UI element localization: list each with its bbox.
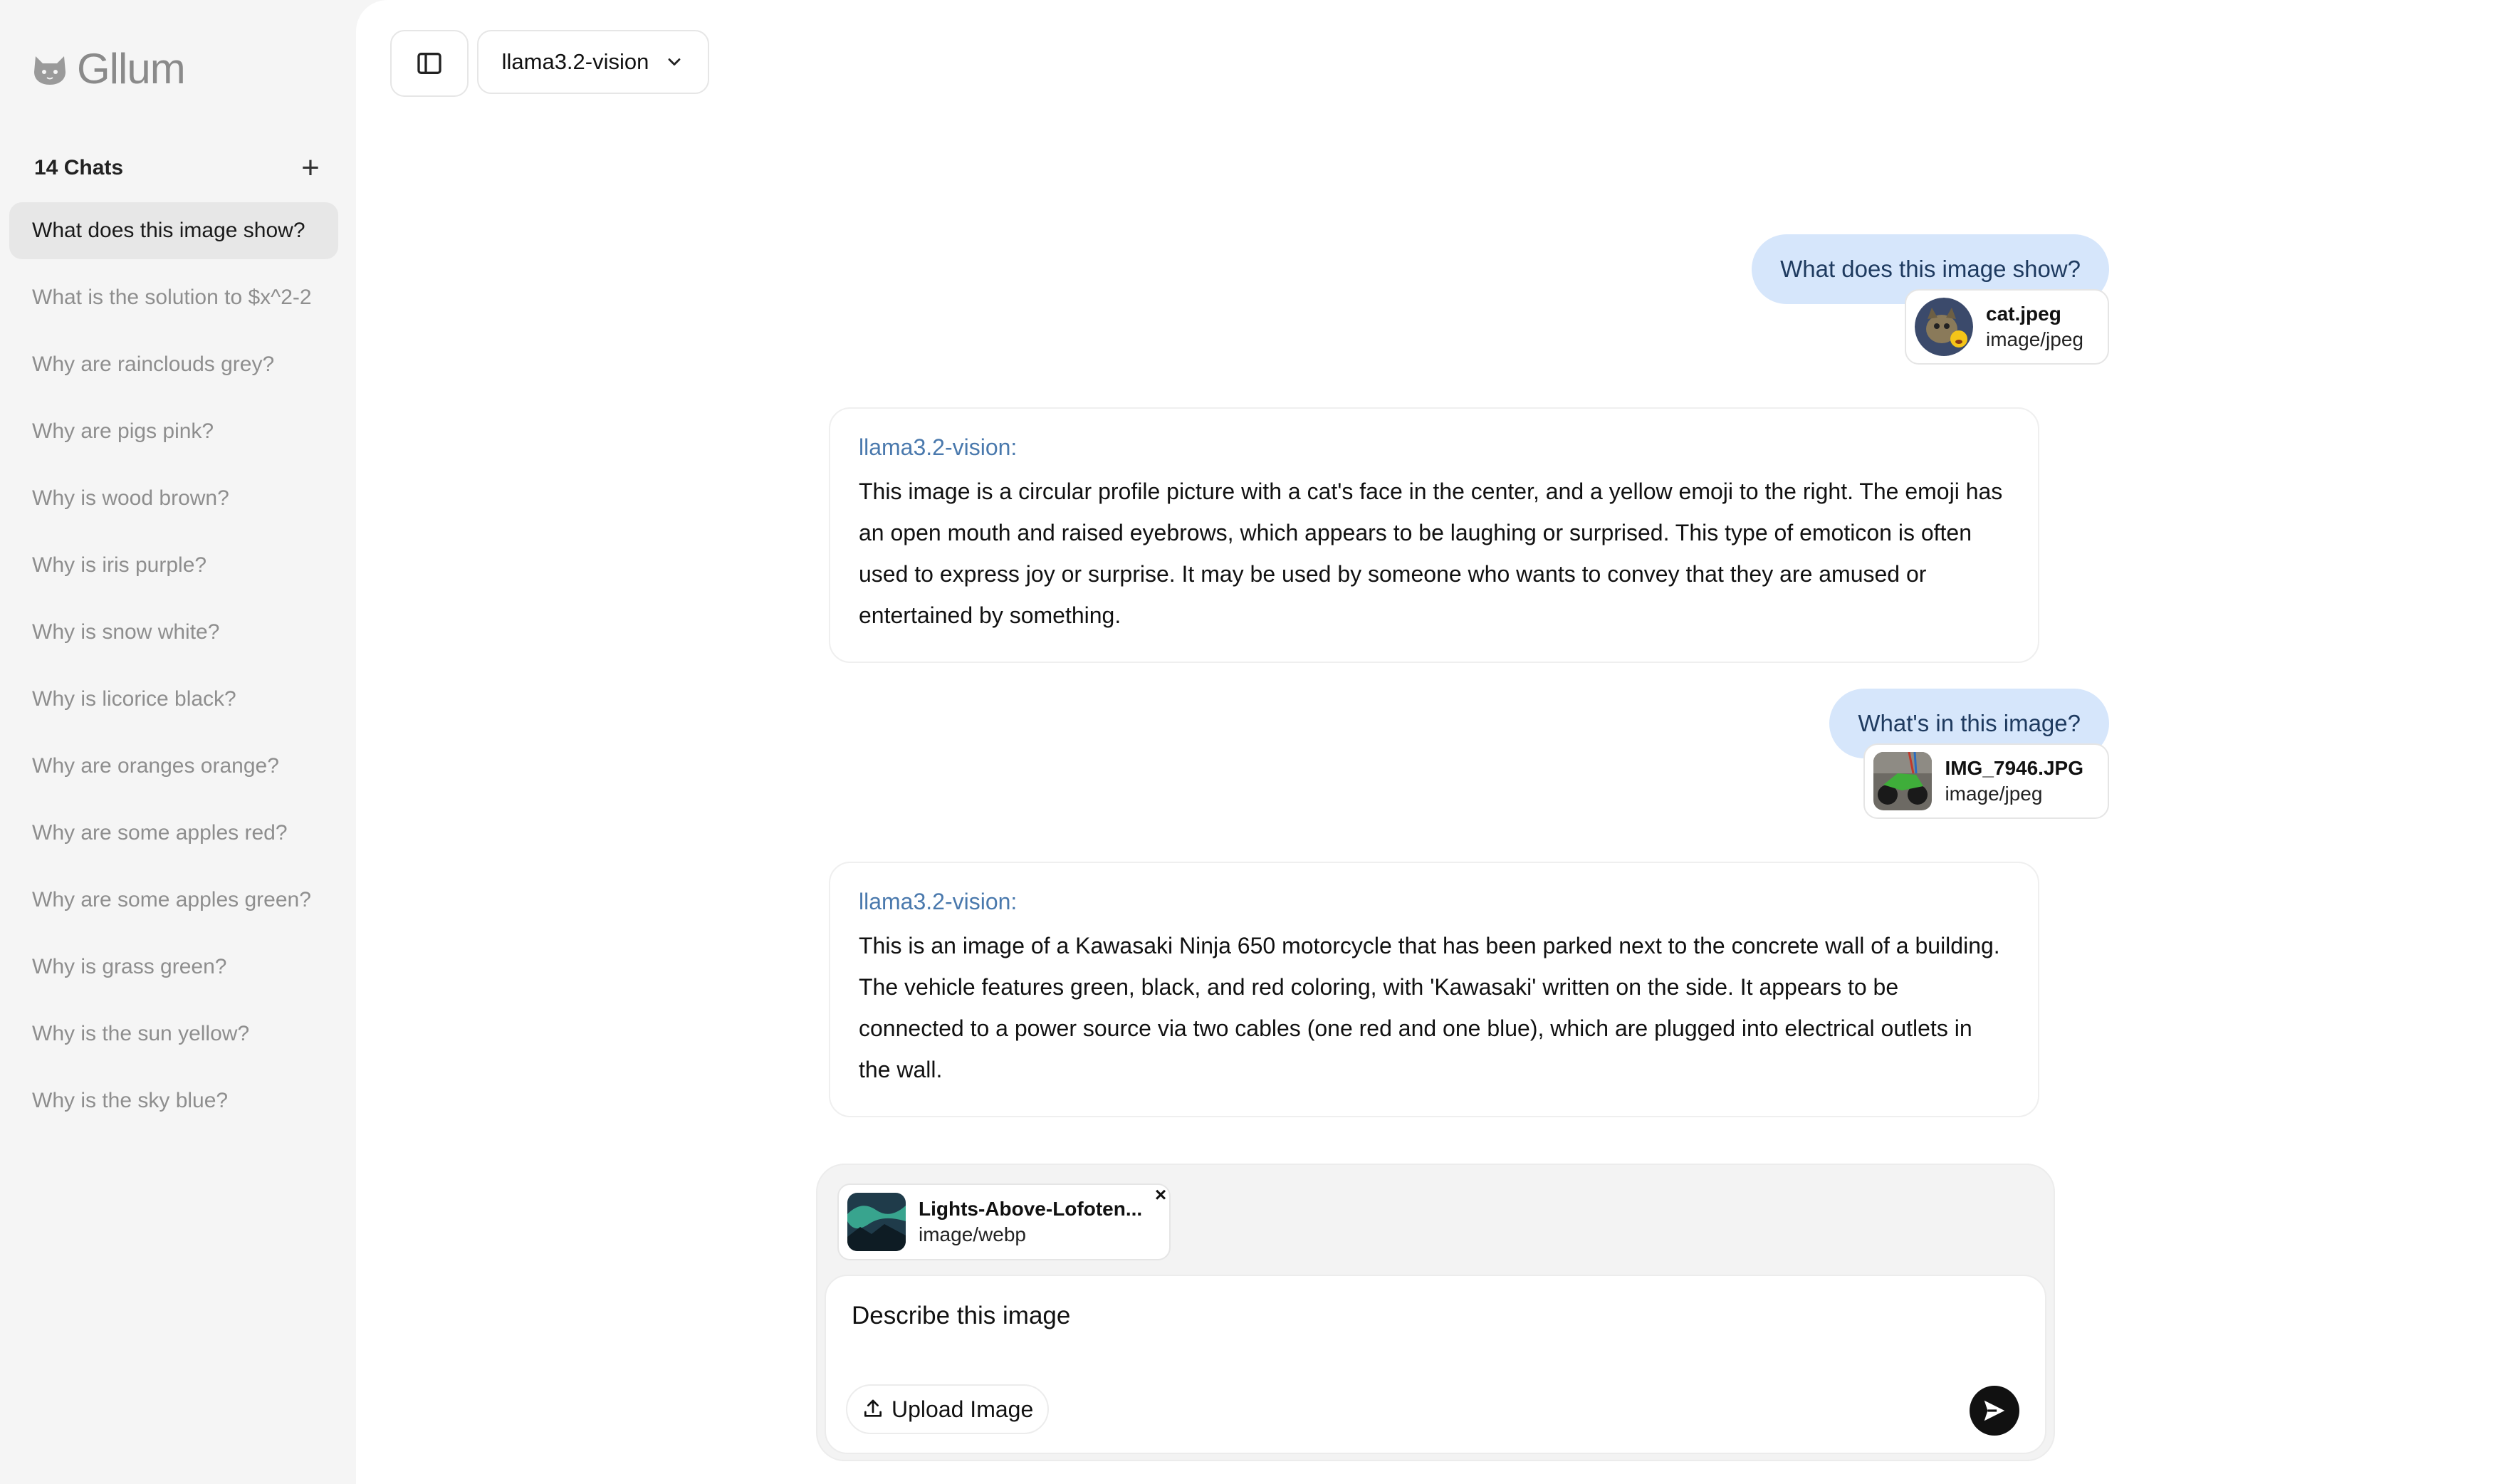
chat-item[interactable]: Why is the sky blue? (9, 1072, 338, 1129)
chats-header: 14 Chats + (34, 152, 326, 184)
model-name: llama3.2-vision (501, 49, 649, 74)
chats-count: 14 Chats (34, 156, 124, 179)
sidebar-toggle-icon (417, 53, 441, 74)
attachment-info: cat.jpeg image/jpeg (1986, 303, 2083, 351)
message-attachment[interactable]: cat.jpeg image/jpeg (1905, 289, 2109, 365)
assistant-message-text: This is an image of a Kawasaki Ninja 650… (859, 933, 2000, 1082)
assistant-label: llama3.2-vision: (859, 434, 1018, 460)
attachment-info: IMG_7946.JPG image/jpeg (1945, 757, 2083, 805)
cat-face-icon (30, 49, 70, 89)
chat-item[interactable]: What does this image show? (9, 202, 338, 259)
app-name: Gllum (77, 45, 186, 93)
app-logo[interactable]: Gllum (30, 44, 186, 93)
assistant-message: llama3.2-vision: This is an image of a K… (829, 862, 2039, 1117)
chat-item[interactable]: Why is iris purple? (9, 537, 338, 594)
attachment-name: cat.jpeg (1986, 303, 2061, 325)
upload-label: Upload Image (891, 1396, 1034, 1422)
attachment-thumbnail (1873, 752, 1933, 810)
main-panel: llama3.2-vision What does this image sho… (356, 0, 2505, 1484)
attachment-type: image/jpeg (1945, 783, 2043, 805)
chat-item[interactable]: Why is wood brown? (9, 470, 338, 527)
attachment-thumbnail (847, 1193, 906, 1251)
chat-item[interactable]: Why is the sun yellow? (9, 1005, 338, 1062)
chevron-down-icon (668, 58, 681, 66)
attachment-thumbnail (1915, 298, 1974, 356)
chat-item[interactable]: Why are pigs pink? (9, 403, 338, 460)
chat-list: What does this image show? What is the s… (9, 202, 338, 1139)
prompt-input[interactable] (852, 1302, 1920, 1330)
user-message-text: What's in this image? (1858, 710, 2081, 736)
sidebar-toggle-button[interactable] (390, 30, 469, 97)
chat-item[interactable]: Why are rainclouds grey? (9, 336, 338, 393)
assistant-message-text: This image is a circular profile picture… (859, 479, 2003, 628)
assistant-message: llama3.2-vision: This image is a circula… (829, 407, 2039, 663)
attachment-info: Lights-Above-Lofoten... image/webp (919, 1198, 1142, 1246)
sidebar: Gllum 14 Chats + What does this image sh… (0, 0, 356, 1484)
chat-item[interactable]: Why is snow white? (9, 604, 338, 661)
upload-icon (864, 1399, 882, 1417)
close-icon[interactable]: × (1149, 1183, 1172, 1206)
send-button[interactable] (1970, 1386, 2019, 1436)
send-icon (1984, 1400, 2005, 1421)
attachment-type: image/jpeg (1986, 328, 2083, 350)
user-message-text: What does this image show? (1780, 256, 2081, 282)
new-chat-button[interactable]: + (295, 152, 326, 184)
chat-item[interactable]: Why are oranges orange? (9, 738, 338, 795)
pending-attachment[interactable]: Lights-Above-Lofoten... image/webp × (837, 1183, 1171, 1260)
attachment-name: IMG_7946.JPG (1945, 757, 2083, 779)
assistant-label: llama3.2-vision: (859, 889, 1018, 914)
input-area: Upload Image (825, 1275, 2046, 1454)
composer: Lights-Above-Lofoten... image/webp × Upl… (816, 1164, 2055, 1461)
chat-item[interactable]: Why is grass green? (9, 939, 338, 996)
message-attachment[interactable]: IMG_7946.JPG image/jpeg (1863, 743, 2109, 819)
attachment-name: Lights-Above-Lofoten... (919, 1198, 1143, 1220)
chat-item[interactable]: What is the solution to $x^2-2 (9, 269, 338, 326)
chat-item[interactable]: Why are some apples green? (9, 872, 338, 929)
attachment-type: image/webp (919, 1223, 1026, 1245)
chat-item[interactable]: Why is licorice black? (9, 671, 338, 728)
chat-item[interactable]: Why are some apples red? (9, 805, 338, 862)
upload-image-button[interactable]: Upload Image (846, 1384, 1050, 1434)
model-select[interactable]: llama3.2-vision (477, 30, 709, 94)
